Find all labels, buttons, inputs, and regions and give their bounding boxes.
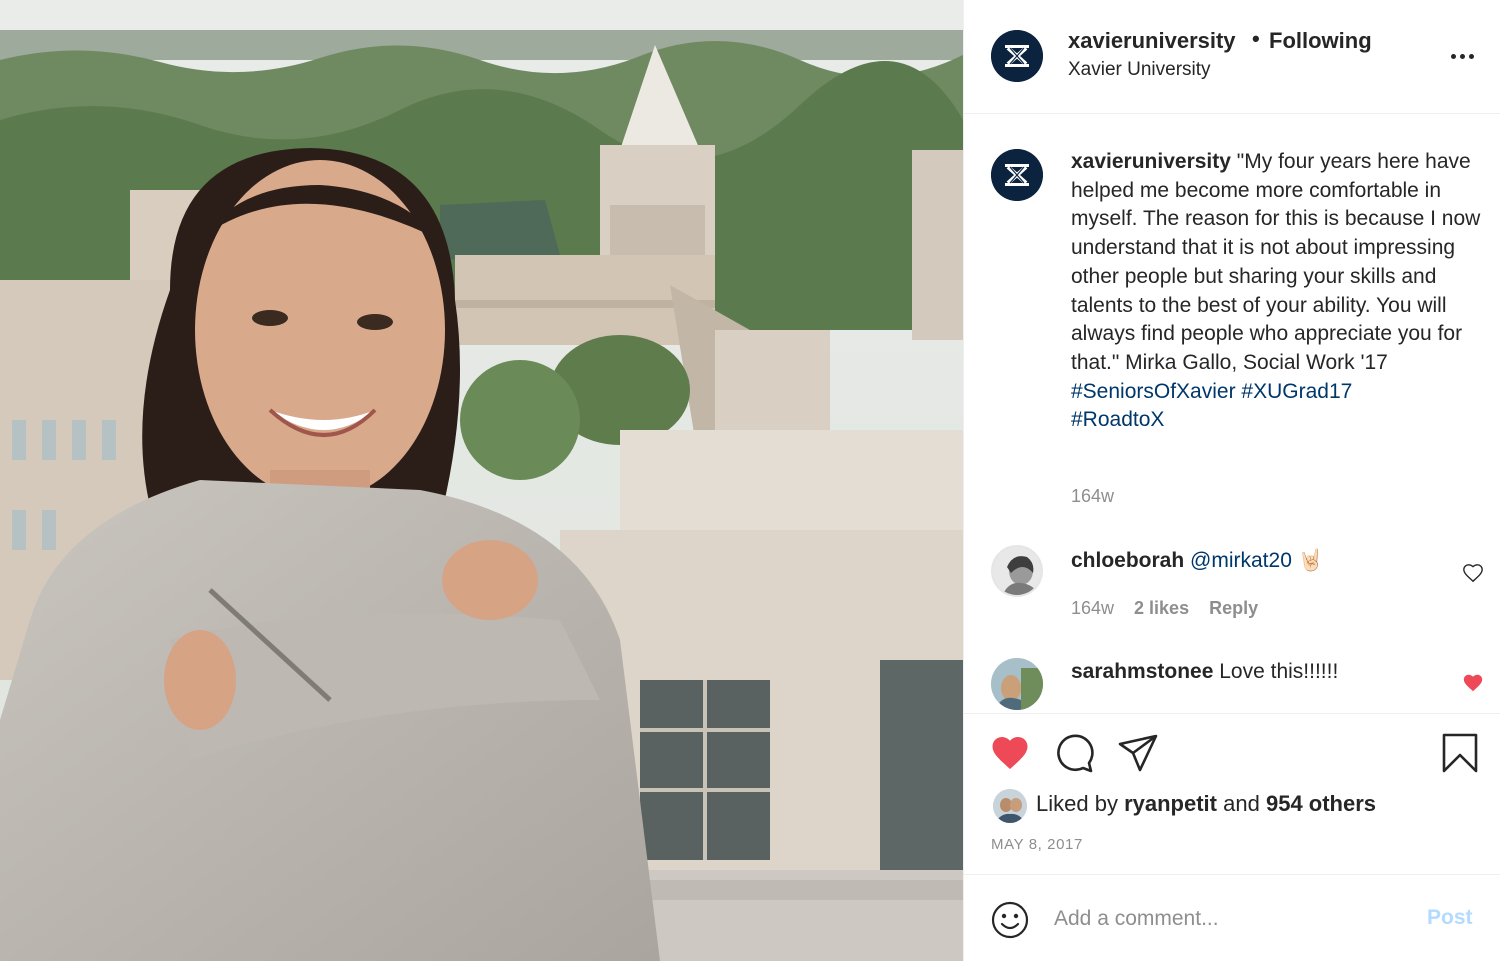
add-comment-bar: Post [964,874,1500,961]
post-sidebar: xavieruniversity • Following Xavier Univ… [963,0,1500,961]
post-caption: xavieruniversity "My four years here hav… [1071,148,1481,435]
heart-filled-icon[interactable] [1462,672,1484,694]
header-location[interactable]: Xavier University [1068,59,1211,81]
liked-by-avatar[interactable] [993,789,1027,823]
post-comment-button[interactable]: Post [1427,906,1473,930]
post-photo[interactable] [0,0,963,961]
post-image [0,0,963,961]
more-options-icon[interactable] [1448,40,1478,70]
heart-outline-icon[interactable] [1462,562,1484,584]
comment-avatar[interactable] [991,545,1043,597]
reply-button[interactable]: Reply [1209,598,1258,619]
post-actions: Liked by ryanpetit and 954 others MAY 8,… [964,713,1500,873]
comment-likes[interactable]: 2 likes [1134,598,1189,619]
comment-icon[interactable] [1052,731,1096,775]
bookmark-icon[interactable] [1438,731,1482,775]
comment-text: Love this!!!!!! [1219,660,1339,683]
comment-time[interactable]: 164w [1071,598,1114,619]
comment-avatar[interactable] [991,658,1043,710]
emoji-icon[interactable] [991,901,1029,939]
post-date[interactable]: MAY 8, 2017 [991,836,1083,853]
comment-item: sarahmstonee Love this!!!!!! [1071,660,1338,684]
post-header: xavieruniversity • Following Xavier Univ… [964,0,1500,114]
caption-username[interactable]: xavieruniversity [1071,150,1231,173]
liked-by-others[interactable]: 954 others [1266,791,1376,816]
comment-username[interactable]: sarahmstonee [1071,660,1213,683]
heart-filled-icon[interactable] [988,731,1032,775]
add-comment-input[interactable] [1054,901,1394,937]
liked-by-prefix: Liked by [1036,791,1118,816]
hashtag-xugrad17[interactable]: #XUGrad17 [1241,380,1352,403]
comments-list[interactable]: chloeborah @mirkat20 🤘🏻 164w 2 likes Rep… [964,540,1500,713]
caption-avatar-xavier-logo-icon[interactable] [991,149,1043,201]
liked-by-username[interactable]: ryanpetit [1124,791,1217,816]
caption-text: "My four years here have helped me becom… [1071,150,1481,374]
liked-by-and: and [1223,791,1260,816]
caption-time[interactable]: 164w [1071,486,1114,507]
header-separator: • [1252,26,1260,51]
header-username[interactable]: xavieruniversity [1068,28,1236,54]
comment-item: chloeborah @mirkat20 🤘🏻 [1071,549,1324,573]
rock-on-emoji-icon: 🤘🏻 [1297,549,1324,572]
comment-username[interactable]: chloeborah [1071,549,1184,572]
caption-hashtags: #SeniorsOfXavier #XUGrad17 #RoadtoX [1071,378,1481,435]
hashtag-seniorsofxavier[interactable]: #SeniorsOfXavier [1071,380,1236,403]
share-icon[interactable] [1116,731,1160,775]
comment-meta: 164w 2 likes Reply [1071,598,1258,619]
comment-mention[interactable]: @mirkat20 [1190,549,1292,572]
following-button[interactable]: Following [1269,28,1372,54]
hashtag-roadtox[interactable]: #RoadtoX [1071,408,1164,431]
xavier-x-logo-icon[interactable] [991,30,1043,82]
likes-summary: Liked by ryanpetit and 954 others [1036,791,1376,817]
